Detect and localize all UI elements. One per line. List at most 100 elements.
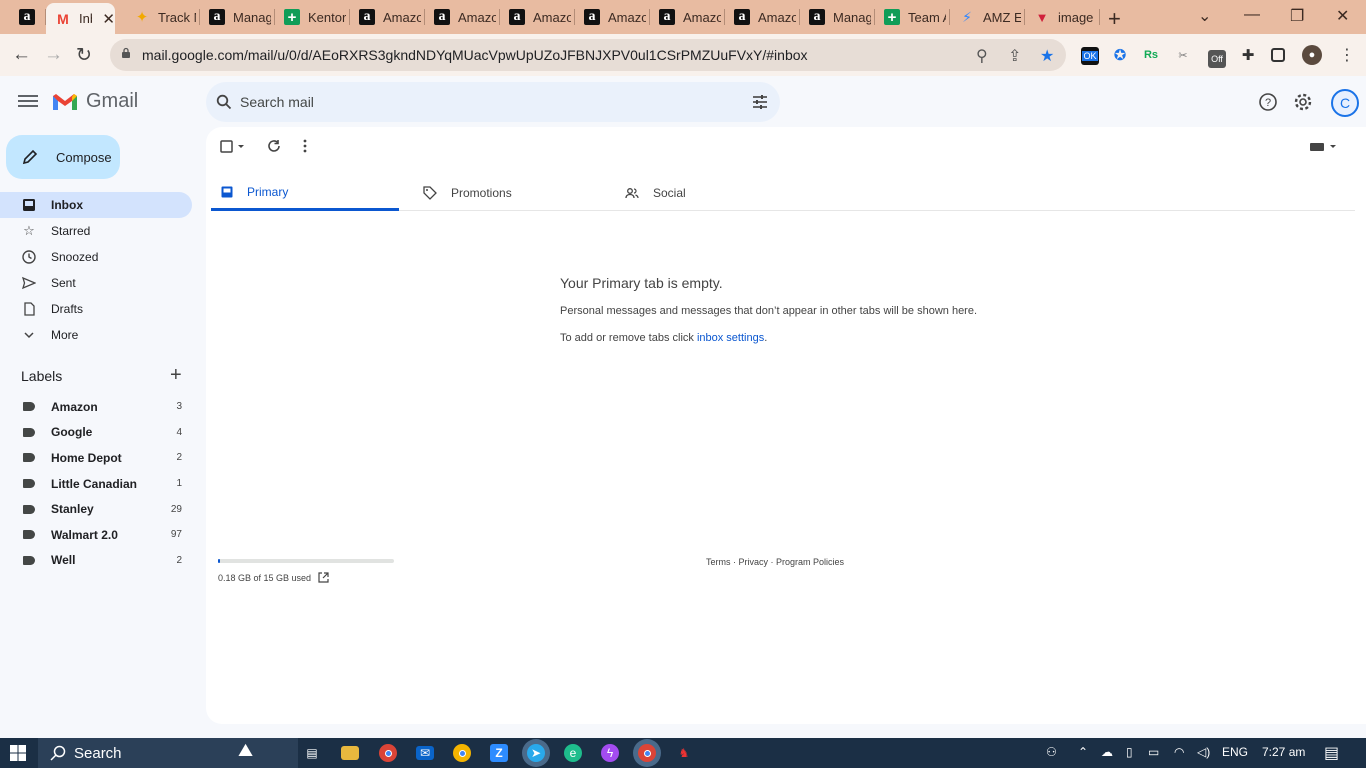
language-indicator[interactable]: ENG (1222, 745, 1248, 759)
chrome-icon[interactable] (379, 744, 397, 762)
bookmark-star-icon[interactable]: ★ (1040, 46, 1054, 66)
tab-primary[interactable]: Primary (211, 175, 399, 211)
back-icon[interactable]: ← (12, 44, 31, 66)
browser-tab[interactable]: a (10, 4, 46, 30)
browser-tab[interactable]: a Amazo (500, 4, 575, 30)
reload-icon[interactable]: ↻ (76, 44, 92, 67)
profile-avatar-icon[interactable]: ● (1302, 45, 1322, 65)
device-icon[interactable]: ▯ (1126, 745, 1133, 759)
label-item-amazon[interactable]: Amazon 3 (0, 394, 192, 420)
nav-item-snoozed[interactable]: Snoozed (0, 244, 192, 270)
share-icon[interactable]: ⇪ (1008, 46, 1021, 66)
label-item-home-depot[interactable]: Home Depot 2 (0, 445, 192, 471)
external-link-icon[interactable] (318, 572, 329, 583)
extension-off-icon[interactable]: Off (1208, 50, 1226, 68)
messenger-icon[interactable]: ϟ (601, 744, 619, 762)
zoom-app-icon[interactable]: Z (490, 744, 508, 762)
extension-keepa-icon[interactable]: ✂ (1174, 46, 1192, 64)
edge-icon[interactable]: e (564, 744, 582, 762)
label-item-little-canadian[interactable]: Little Canadian 1 (0, 471, 192, 497)
telegram-icon[interactable]: ➤ (527, 744, 545, 762)
browser-tab[interactable]: ▼ image (1025, 4, 1100, 30)
more-options-icon[interactable] (302, 139, 308, 153)
wifi-icon[interactable]: ◠ (1174, 745, 1184, 759)
footer-links[interactable]: Terms · Privacy · Program Policies (706, 557, 844, 567)
browser-tab[interactable]: a Amazo (575, 4, 650, 30)
search-options-icon[interactable] (752, 94, 768, 110)
amazon-icon: a (584, 9, 600, 25)
nav-item-sent[interactable]: Sent (0, 270, 192, 296)
gmail-logo[interactable]: Gmail (52, 90, 138, 113)
tray-overflow-icon[interactable]: ⌃ (1078, 745, 1088, 759)
label-item-well[interactable]: Well 2 (0, 548, 192, 574)
windows-start-icon[interactable] (10, 745, 26, 761)
label-tag-icon (23, 453, 35, 463)
tag-icon (423, 186, 437, 200)
chrome-profile-icon[interactable] (453, 744, 471, 762)
address-bar[interactable]: mail.google.com/mail/u/0/d/AEoRXRS3gkndN… (110, 39, 1066, 71)
new-tab-button[interactable]: + (1108, 6, 1121, 32)
restore-button[interactable]: ❐ (1290, 6, 1304, 26)
input-tools-keyboard-icon[interactable] (1309, 142, 1337, 152)
settings-gear-icon[interactable] (1293, 92, 1313, 112)
browser-tab[interactable]: a Manag (200, 4, 275, 30)
extension-ok-icon[interactable]: OK (1081, 47, 1099, 65)
onedrive-icon[interactable]: ☁ (1101, 745, 1113, 759)
amazon-icon: a (734, 9, 750, 25)
close-window-button[interactable]: ✕ (1336, 6, 1349, 26)
nav-item-starred[interactable]: ☆ Starred (0, 218, 192, 244)
browser-tab[interactable]: M Inb ✕ (46, 3, 115, 34)
extensions-puzzle-icon[interactable]: ✚ (1239, 46, 1257, 64)
account-avatar[interactable]: C (1331, 89, 1359, 117)
url-text: mail.google.com/mail/u/0/d/AEoRXRS3gkndN… (142, 47, 808, 63)
nav-item-drafts[interactable]: Drafts (0, 296, 192, 322)
browser-tab[interactable]: a Amazo (350, 4, 425, 30)
search-icon[interactable] (216, 94, 232, 110)
browser-tab[interactable]: a Manag (800, 4, 875, 30)
extension-globe-icon[interactable]: ✪ (1111, 46, 1129, 64)
volume-icon[interactable]: ◁) (1197, 745, 1210, 759)
side-panel-icon[interactable] (1271, 48, 1285, 62)
search-input[interactable] (240, 94, 720, 110)
nav-item-inbox[interactable]: Inbox (0, 192, 192, 218)
compose-button[interactable]: Compose (6, 135, 120, 179)
notifications-icon[interactable]: ▤ (1324, 743, 1339, 763)
mail-icon[interactable]: ✉ (416, 746, 434, 760)
browser-tab[interactable]: a Amazo (425, 4, 500, 30)
browser-tab[interactable]: a Amazo (725, 4, 800, 30)
main-menu-button[interactable] (18, 92, 38, 112)
select-all-checkbox[interactable] (220, 140, 248, 154)
extension-rs-icon[interactable]: Rs (1142, 46, 1160, 64)
add-label-button[interactable]: + (170, 364, 182, 387)
file-explorer-icon[interactable] (341, 746, 359, 760)
browser-tab[interactable]: a Amazo (650, 4, 725, 30)
nav-item-more[interactable]: More (0, 322, 192, 348)
taskbar-search[interactable]: Search ⛰ (38, 738, 298, 768)
refresh-icon[interactable] (267, 139, 281, 153)
zoom-icon[interactable]: ⚲ (976, 46, 988, 66)
inbox-settings-link[interactable]: inbox settings (697, 332, 764, 344)
people-tray-icon[interactable]: ⚇ (1046, 745, 1057, 759)
browser-tab[interactable]: ⚡ AMZ E (950, 4, 1025, 30)
task-view-icon[interactable]: ▤ (303, 744, 321, 762)
browser-tab[interactable]: ✦ Track M (125, 4, 200, 30)
amazon-icon: a (659, 9, 675, 25)
label-item-google[interactable]: Google 4 (0, 420, 192, 446)
chrome-active-icon[interactable] (638, 744, 656, 762)
close-tab-icon[interactable]: ✕ (102, 10, 115, 28)
battery-icon[interactable]: ▭ (1148, 745, 1159, 759)
label-item-stanley[interactable]: Stanley 29 (0, 496, 192, 522)
app-pin-icon[interactable]: ♞ (675, 744, 693, 762)
clock-time[interactable]: 7:27 am (1262, 745, 1305, 759)
forward-icon[interactable]: → (44, 44, 63, 66)
label-tag-icon (23, 479, 35, 489)
label-item-walmart[interactable]: Walmart 2.0 97 (0, 522, 192, 548)
browser-tab[interactable]: + Team A (875, 4, 950, 30)
tab-promotions[interactable]: Promotions (413, 175, 601, 211)
browser-tab[interactable]: + Kentor (275, 4, 350, 30)
minimize-button[interactable]: — (1244, 6, 1260, 24)
tab-search-icon[interactable]: ⌄ (1198, 6, 1211, 26)
browser-menu-icon[interactable]: ⋮ (1338, 46, 1356, 64)
tab-social[interactable]: Social (615, 175, 803, 211)
help-icon[interactable]: ? (1258, 92, 1278, 112)
